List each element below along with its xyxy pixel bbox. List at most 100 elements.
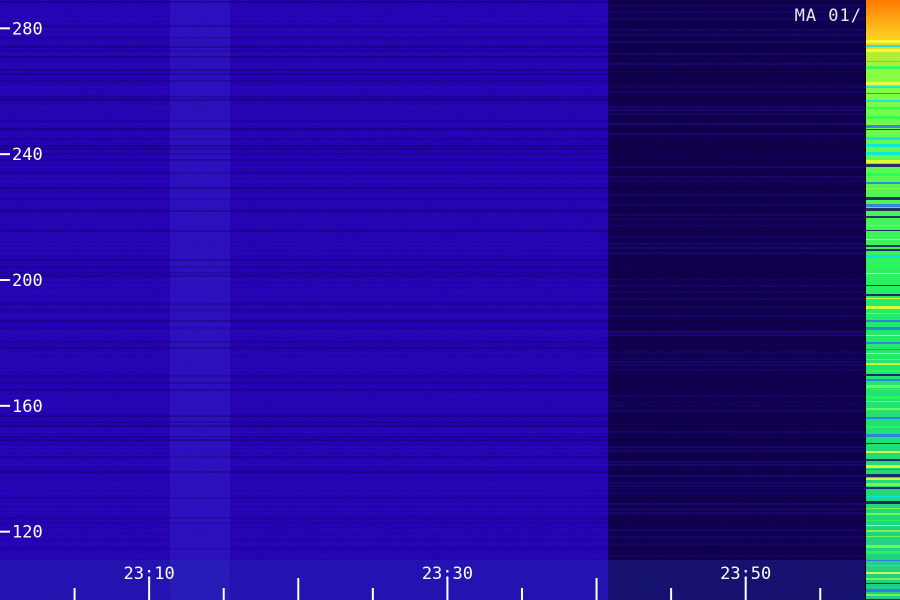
stripe-band: [866, 320, 900, 322]
x-tick-label: 23:30: [422, 564, 473, 584]
stripe-band: [866, 342, 900, 344]
stripe-band: [866, 264, 900, 266]
stripe-band: [866, 188, 900, 189]
stripe-band: [866, 54, 900, 55]
stripe-band: [866, 255, 900, 258]
stripe-band: [866, 294, 900, 296]
stripe-band: [866, 443, 900, 444]
stripe-band: [866, 204, 900, 207]
stripe-band: [866, 306, 900, 309]
stripe-band: [866, 572, 900, 574]
stripe-band: [866, 408, 900, 410]
stripe-band: [866, 298, 900, 299]
stripe-band: [866, 385, 900, 388]
stripe-band: [866, 225, 900, 226]
stripe-band: [866, 389, 900, 390]
x-tick-label: 23:10: [124, 564, 175, 584]
spectrogram-plot-area: [0, 0, 865, 600]
stripe-band: [866, 66, 900, 69]
stripe-band: [866, 525, 900, 526]
stripe-band: [866, 530, 900, 532]
right-color-stripe: [866, 0, 900, 600]
stripe-band: [866, 434, 900, 437]
stripe-band: [866, 75, 900, 78]
stripe-band: [866, 249, 900, 251]
stripe-band: [866, 359, 900, 360]
y-tick-label: 120: [12, 523, 43, 543]
stripe-band: [866, 82, 900, 85]
stripe-band: [866, 313, 900, 314]
stripe-band: [866, 483, 900, 486]
stripe-band: [866, 401, 900, 402]
stripe-band: [866, 560, 900, 561]
stripe-band: [866, 245, 900, 247]
stripe-band: [866, 129, 900, 130]
dark-region: [608, 0, 865, 600]
stripe-band: [866, 459, 900, 461]
stripe-band: [866, 513, 900, 515]
stripe-band: [866, 465, 900, 468]
stripe-band: [866, 545, 900, 548]
stripe-band: [866, 363, 900, 365]
stripe-band: [866, 417, 900, 419]
stripe-band: [866, 116, 900, 119]
stripe-band: [866, 594, 900, 596]
stripe-band: [866, 426, 900, 428]
stripe-band: [866, 216, 900, 218]
stripe-band: [866, 379, 900, 381]
y-tick-label: 200: [12, 271, 43, 291]
stripe-band: [866, 273, 900, 274]
stripe-band: [866, 137, 900, 140]
stripe-band: [866, 474, 900, 477]
stripe-band: [866, 551, 900, 554]
stripe-band: [866, 487, 900, 489]
y-tick-label: 280: [12, 19, 43, 39]
x-tick-label: 23:50: [720, 564, 771, 584]
stripe-band: [866, 144, 900, 147]
stripe-band: [866, 45, 900, 47]
spectrogram-chart: 120 160 200 240 280 23:10 23:30 23:50: [0, 0, 900, 600]
bright-band: [170, 0, 230, 600]
stripe-band: [866, 49, 900, 52]
stripe-band: [866, 520, 900, 521]
stripe-band: [866, 182, 900, 184]
stripe-band: [866, 508, 900, 509]
stripe-band: [866, 327, 900, 330]
stripe-band: [866, 374, 900, 376]
stripe-band: [866, 501, 900, 504]
y-tick-label: 240: [12, 145, 43, 165]
stripe-band: [866, 93, 900, 94]
stripe-band: [866, 370, 900, 372]
stripe-band: [866, 589, 900, 592]
stripe-band: [866, 578, 900, 580]
stripe-band: [866, 478, 900, 480]
chart-label: MA 01/: [794, 6, 862, 26]
stripe-band: [866, 61, 900, 62]
stripe-band: [866, 197, 900, 200]
stripe-band: [866, 239, 900, 240]
y-tick-label: 160: [12, 397, 43, 417]
stripe-band: [866, 230, 900, 231]
stripe-band: [866, 469, 900, 470]
stripe-band: [866, 107, 900, 109]
stripe-band: [866, 281, 900, 282]
stripe-band: [866, 173, 900, 176]
stripe-band: [866, 536, 900, 537]
stripe-band: [866, 451, 900, 453]
stripe-band: [866, 125, 900, 128]
stripe-base: [866, 0, 900, 600]
stripe-band: [866, 285, 900, 286]
stripe-band: [866, 164, 900, 167]
stripe-band: [866, 583, 900, 584]
stripe-band: [866, 349, 900, 350]
stripe-band: [866, 40, 900, 43]
stripe-band: [866, 86, 900, 88]
stripe-band: [866, 160, 900, 163]
stripe-band: [866, 396, 900, 399]
stripe-band: [866, 335, 900, 336]
stripe-band: [866, 100, 900, 102]
stripe-band: [866, 152, 900, 155]
stripe-band: [866, 208, 900, 211]
stripe-band: [866, 565, 900, 566]
stripe-band: [866, 353, 900, 354]
